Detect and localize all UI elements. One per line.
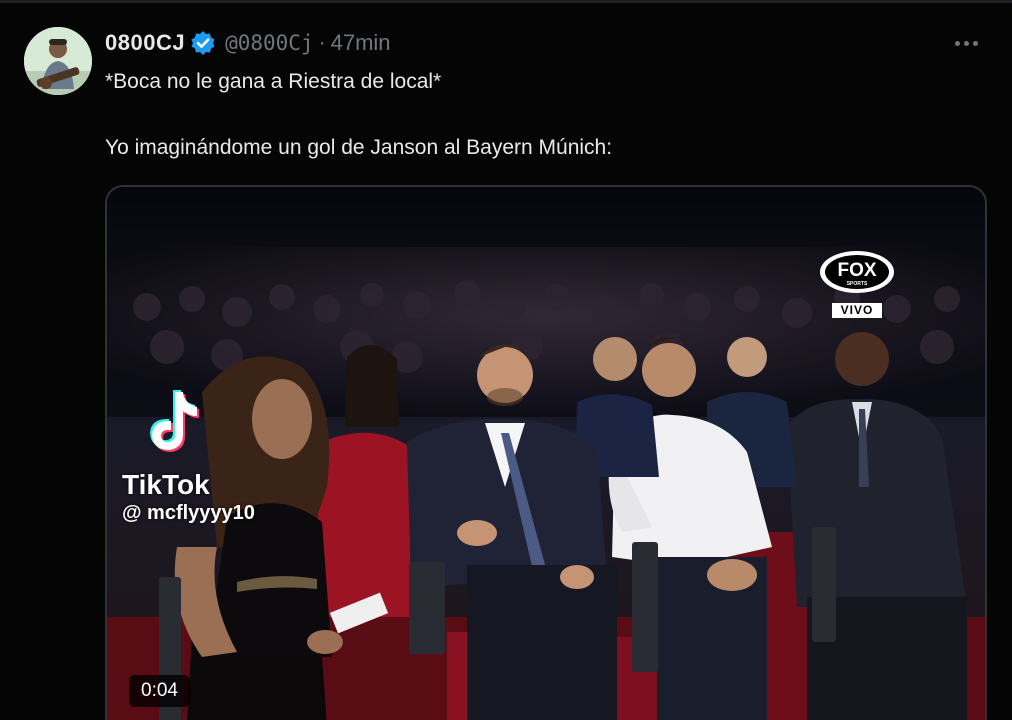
- user-handle[interactable]: @0800Cj: [225, 31, 314, 55]
- tweet-header: 0800CJ @0800Cj · 47min: [105, 29, 391, 57]
- tiktok-watermark-handle: @ mcflyyyy10: [122, 502, 255, 524]
- more-options-icon[interactable]: [950, 31, 982, 55]
- broadcaster-logo-text: FOX: [837, 260, 876, 281]
- display-name[interactable]: 0800CJ: [105, 30, 185, 56]
- tweet-text-line-1: *Boca no le gana a Riestra de local*: [105, 70, 442, 93]
- video-player[interactable]: TikTok @ mcflyyyy10 FOX SPORTS VIVO 0:04: [105, 185, 987, 720]
- separator-dot: ·: [318, 31, 326, 54]
- video-duration: 0:04: [129, 675, 190, 707]
- tweet-card[interactable]: 0800CJ @0800Cj · 47min *Boca no le gana …: [0, 3, 1012, 720]
- broadcaster-logo-subtext: SPORTS: [847, 281, 868, 287]
- tiktok-watermark-label: TikTok: [122, 469, 210, 500]
- avatar[interactable]: [24, 27, 92, 95]
- live-badge: VIVO: [832, 303, 882, 318]
- verified-badge-icon: [190, 30, 216, 56]
- timestamp[interactable]: 47min: [331, 30, 391, 56]
- tweet-text-line-2: Yo imaginándome un gol de Janson al Baye…: [105, 136, 613, 159]
